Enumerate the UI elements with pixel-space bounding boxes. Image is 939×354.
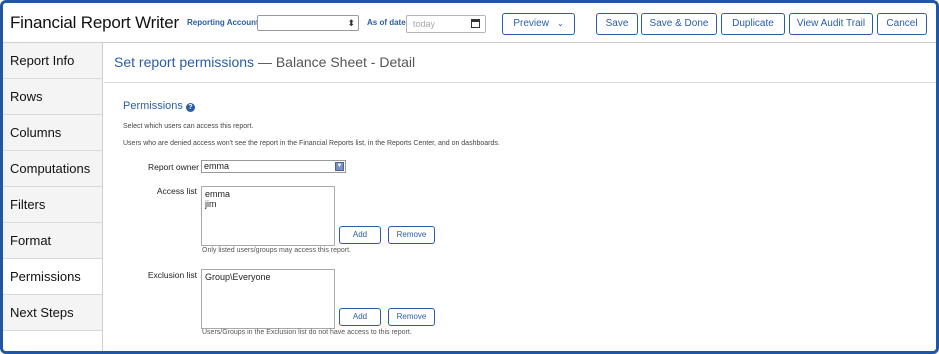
as-of-date-input[interactable]: today <box>406 15 486 33</box>
page-title: Set report permissions — Balance Sheet -… <box>104 43 936 83</box>
sidebar-item-rows[interactable]: Rows <box>3 79 102 115</box>
report-owner-label: Report owner <box>147 162 199 172</box>
sidebar-item-next-steps[interactable]: Next Steps <box>3 295 102 331</box>
app-title: Financial Report Writer <box>10 13 179 32</box>
select-arrows-icon: ⬍ <box>347 18 355 28</box>
access-list-label: Access list <box>156 186 197 196</box>
permissions-form: Permissions? Select which users can acce… <box>104 83 936 351</box>
permissions-denied-note: Users who are denied access won't see th… <box>123 140 500 147</box>
main-panel: Set report permissions — Balance Sheet -… <box>104 43 936 351</box>
list-item[interactable]: emma <box>205 189 331 199</box>
chevron-down-icon: ▼ <box>335 162 344 171</box>
exclusion-listbox[interactable]: Group\Everyone <box>201 269 335 329</box>
access-remove-button[interactable]: Remove <box>388 226 435 244</box>
save-done-button[interactable]: Save & Done <box>641 13 717 35</box>
top-toolbar: Financial Report Writer Reporting Accoun… <box>3 3 936 43</box>
page-subtitle: Balance Sheet - Detail <box>275 54 416 70</box>
list-item[interactable]: jim <box>205 199 331 209</box>
sidebar-item-permissions[interactable]: Permissions <box>3 259 102 295</box>
chevron-down-icon: ⌄ <box>556 19 564 28</box>
save-button[interactable]: Save <box>596 13 638 35</box>
list-item[interactable]: Group\Everyone <box>205 272 331 282</box>
sidebar-item-format[interactable]: Format <box>3 223 102 259</box>
permissions-description: Select which users can access this repor… <box>123 123 254 130</box>
section-title-text: Permissions <box>123 100 183 112</box>
exclusion-remove-button[interactable]: Remove <box>388 308 435 326</box>
sidebar-item-filters[interactable]: Filters <box>3 187 102 223</box>
access-list-hint: Only listed users/groups may access this… <box>202 247 352 254</box>
reporting-accounts-label: Reporting Accounts <box>187 18 264 27</box>
view-audit-trail-button[interactable]: View Audit Trail <box>789 13 873 35</box>
cancel-button[interactable]: Cancel <box>877 13 927 35</box>
access-listbox[interactable]: emma jim <box>201 186 335 246</box>
access-add-button[interactable]: Add <box>339 226 381 244</box>
help-icon[interactable]: ? <box>185 103 195 112</box>
duplicate-button[interactable]: Duplicate <box>721 13 785 35</box>
sidebar-item-columns[interactable]: Columns <box>3 115 102 151</box>
calendar-icon[interactable] <box>471 19 480 28</box>
as-of-date-label: As of date <box>367 18 406 27</box>
sidebar-nav: Report Info Rows Columns Computations Fi… <box>3 43 103 351</box>
report-owner-select[interactable]: emma ▼ <box>201 160 346 173</box>
exclusion-list-label: Exclusion list <box>147 270 197 280</box>
page-title-text: Set report permissions <box>114 54 255 70</box>
preview-label: Preview <box>513 18 549 29</box>
app-window: Financial Report Writer Reporting Accoun… <box>0 0 939 354</box>
report-owner-value: emma <box>204 161 230 171</box>
sidebar-item-report-info[interactable]: Report Info <box>3 43 102 79</box>
page-title-separator: — <box>257 54 272 70</box>
preview-button[interactable]: Preview ⌄ <box>502 13 575 35</box>
exclusion-add-button[interactable]: Add <box>339 308 381 326</box>
section-title: Permissions? <box>123 100 195 112</box>
exclusion-list-hint: Users/Groups in the Exclusion list do no… <box>202 329 412 336</box>
as-of-date-placeholder: today <box>413 19 436 29</box>
sidebar-item-computations[interactable]: Computations <box>3 151 102 187</box>
reporting-accounts-select[interactable]: ⬍ <box>257 15 359 31</box>
